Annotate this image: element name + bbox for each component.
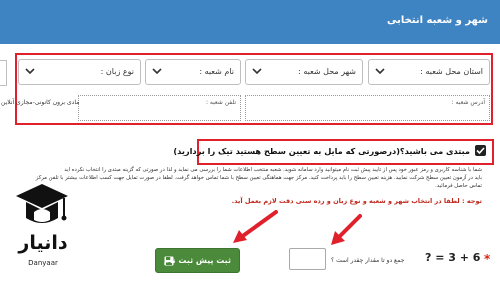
beginner-question: مبتدی می باشید؟(درصورتی که مایل به تعیین…: [173, 146, 470, 156]
branch-name-select[interactable]: نام شعبه :: [145, 59, 241, 85]
language-select-label: نوع زبان :: [100, 67, 134, 76]
chevron-down-icon: [252, 68, 262, 75]
beginner-checkbox[interactable]: [475, 145, 486, 156]
logo-subtext: Danyaar: [28, 259, 58, 267]
captcha-required-mark: *: [484, 252, 491, 266]
arrow-to-captcha-icon: [331, 214, 362, 245]
info-line-1: شما با شناسه کاربری و رمز عبور خود پس از…: [64, 167, 482, 173]
info-line-2: باید در آزمون تعیین سطح شرکت نمایید. هزی…: [35, 175, 482, 181]
branch-phone-field[interactable]: تلفن شعبه :: [78, 95, 241, 121]
province-select-label: استان محل شعبه :: [420, 67, 483, 76]
province-select[interactable]: استان محل شعبه :: [368, 59, 490, 85]
info-line-3: تماس حاصل فرمائید.: [435, 183, 482, 189]
chevron-down-icon: [375, 68, 385, 75]
chevron-down-icon: [152, 68, 162, 75]
language-select[interactable]: نوع زبان :: [18, 59, 141, 85]
city-select-label: شهر محل شعبه :: [298, 67, 356, 76]
side-note: مادی برون کانونی-مجازی آنلاین: [1, 99, 80, 106]
left-edge-stub: [0, 60, 7, 86]
danyaar-logo: دانیار Danyaar: [12, 182, 82, 277]
branch-address-label: آدرس شعبه :: [451, 99, 485, 106]
section-title: شهر و شعبه انتخابی: [386, 15, 488, 26]
branch-phone-label: تلفن شعبه :: [205, 99, 236, 106]
captcha-equation: ? = 3 + 6: [425, 251, 481, 264]
warning-text: توجه : لطفا در انتخاب شهر و شعبه و نوع ز…: [231, 197, 482, 205]
submit-button[interactable]: ثبت پیش ثبت نام: [155, 248, 240, 273]
logo-text: دانیار: [18, 232, 68, 254]
captcha-question: جمع دو تا مقدار چقدر است ؟: [331, 257, 405, 264]
city-select[interactable]: شهر محل شعبه :: [245, 59, 363, 85]
submit-button-label: ثبت پیش ثبت نام: [163, 256, 231, 265]
branch-name-select-label: نام شعبه :: [199, 67, 234, 76]
checkmark-icon: [476, 147, 485, 155]
graduation-cap-logo-icon: [16, 184, 68, 223]
chevron-down-icon: [25, 68, 35, 75]
branch-address-field[interactable]: آدرس شعبه :: [245, 95, 490, 121]
arrow-to-submit-icon: [233, 210, 278, 243]
captcha-input[interactable]: [289, 248, 326, 270]
